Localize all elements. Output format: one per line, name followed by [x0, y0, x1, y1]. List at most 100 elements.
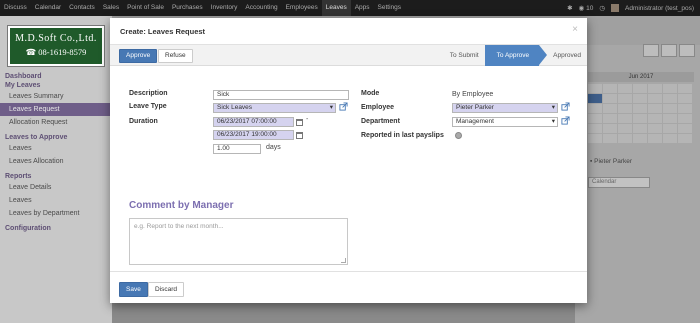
external-link-icon[interactable] — [561, 102, 570, 111]
logo-company-name: M.D.Soft Co.,Ltd. — [15, 33, 97, 44]
calendar-day-cell[interactable] — [663, 104, 677, 113]
bug-icon[interactable]: ✱ — [567, 4, 572, 12]
save-button[interactable]: Save — [119, 282, 148, 297]
calendar-day-cell[interactable] — [588, 114, 602, 123]
approve-button[interactable]: Approve — [119, 49, 158, 63]
calendar-day-cell[interactable] — [633, 94, 647, 103]
calendar-day-cell[interactable] — [648, 134, 662, 143]
sidebar-item-leaves-summary[interactable]: Leaves Summary — [0, 90, 112, 103]
top-menu-item-contacts[interactable]: Contacts — [65, 0, 99, 16]
sidebar-item-leave-details[interactable]: Leave Details — [0, 181, 112, 194]
status-approved[interactable]: Approved — [539, 45, 587, 66]
calendar-day-cell[interactable] — [603, 124, 617, 133]
calendar-day-cell[interactable] — [618, 94, 632, 103]
calendar-day-cell[interactable] — [618, 124, 632, 133]
resize-handle[interactable] — [341, 258, 346, 263]
calendar-icon[interactable] — [296, 119, 303, 126]
calendar-day-cell[interactable] — [678, 114, 692, 123]
clock-icon[interactable]: ◷ — [599, 4, 605, 12]
sidebar-section-reports[interactable]: Reports — [0, 172, 112, 181]
sidebar-section-my-leaves[interactable]: My Leaves — [0, 81, 112, 90]
calendar-day-cell[interactable] — [648, 94, 662, 103]
refuse-button[interactable]: Refuse — [158, 49, 193, 63]
calendar-day-cell[interactable] — [588, 104, 602, 113]
reported-payslips-checkbox[interactable] — [455, 132, 462, 139]
calendar-day-cell[interactable] — [633, 134, 647, 143]
manager-comment-textarea[interactable]: e.g. Report to the next month... — [129, 218, 348, 265]
sidebar-item-leaves[interactable]: Leaves — [0, 194, 112, 207]
calendar-day-cell[interactable] — [678, 94, 692, 103]
calendar-day-cell[interactable] — [603, 94, 617, 103]
top-menu-item-calendar[interactable]: Calendar — [31, 0, 65, 16]
calendar-day-cell[interactable] — [663, 84, 677, 93]
leave-type-select[interactable]: Sick Leaves — [213, 103, 336, 113]
top-menu-item-settings[interactable]: Settings — [374, 0, 406, 16]
calendar-day-cell[interactable] — [633, 104, 647, 113]
calendar-day-cell[interactable] — [678, 134, 692, 143]
calendar-day-cell[interactable] — [663, 94, 677, 103]
top-menu-item-sales[interactable]: Sales — [99, 0, 123, 16]
list-view-icon[interactable] — [661, 44, 677, 57]
calendar-day-cell[interactable] — [618, 104, 632, 113]
sidebar-section-configuration[interactable]: Configuration — [0, 224, 112, 233]
calendar-day-cell[interactable] — [678, 84, 692, 93]
status-to-approve[interactable]: To Approve — [484, 45, 547, 66]
top-menu-item-leaves[interactable]: Leaves — [321, 0, 351, 16]
calendar-day-cell[interactable] — [588, 134, 602, 143]
top-menu-item-accounting[interactable]: Accounting — [241, 0, 281, 16]
calendar-day-cell[interactable] — [603, 114, 617, 123]
external-link-icon[interactable] — [339, 102, 348, 111]
calendar-view-icon[interactable] — [643, 44, 659, 57]
calendar-day-cell[interactable] — [633, 84, 647, 93]
calendar-day-cell[interactable] — [648, 84, 662, 93]
user-menu[interactable]: Administrator (test_pos) — [625, 5, 694, 12]
status-to-submit[interactable]: To Submit — [438, 45, 485, 66]
calendar-day-cell[interactable] — [663, 114, 677, 123]
date-to-field[interactable]: 06/23/2017 19:00:00 — [213, 130, 294, 140]
discard-button[interactable]: Discard — [148, 282, 185, 297]
calendar-day-cell[interactable] — [618, 84, 632, 93]
avatar[interactable] — [611, 4, 619, 12]
calendar-day-cell[interactable] — [588, 94, 602, 103]
external-link-icon[interactable] — [561, 116, 570, 125]
top-menu-item-inventory[interactable]: Inventory — [207, 0, 242, 16]
sidebar-item-leaves[interactable]: Leaves — [0, 142, 112, 155]
top-menu-item-employees[interactable]: Employees — [282, 0, 322, 16]
calendar-day-cell[interactable] — [633, 114, 647, 123]
top-menu-item-purchases[interactable]: Purchases — [168, 0, 207, 16]
calendar-day-cell[interactable] — [633, 124, 647, 133]
calendar-icon[interactable] — [296, 132, 303, 139]
calendar-day-cell[interactable] — [588, 124, 602, 133]
calendar-day-cell[interactable] — [663, 134, 677, 143]
department-select[interactable]: Management — [452, 117, 558, 127]
calendar-day-cell[interactable] — [648, 124, 662, 133]
chat-icon[interactable]: ◉ 10 — [579, 4, 594, 12]
calendar-day-cell[interactable] — [678, 104, 692, 113]
calendar-day-cell[interactable] — [618, 134, 632, 143]
close-icon[interactable]: × — [572, 24, 578, 35]
date-from-field[interactable]: 06/23/2017 07:00:00 — [213, 117, 294, 127]
sidebar-item-leaves-request[interactable]: Leaves Request — [0, 103, 112, 116]
calendar-day-cell[interactable] — [648, 114, 662, 123]
employee-select[interactable]: Pieter Parker — [452, 103, 558, 113]
calendar-day-cell[interactable] — [678, 124, 692, 133]
calendar-day-cell[interactable] — [603, 104, 617, 113]
calendar-select[interactable]: Calendar — [588, 177, 650, 188]
description-field[interactable]: Sick — [213, 90, 349, 100]
duration-days-field[interactable]: 1.00 — [213, 144, 261, 154]
sidebar-item-leaves-allocation[interactable]: Leaves Allocation — [0, 155, 112, 168]
sidebar-section-dashboard[interactable]: Dashboard — [0, 72, 112, 81]
kanban-view-icon[interactable] — [679, 44, 695, 57]
calendar-day-cell[interactable] — [603, 134, 617, 143]
top-menu-item-discuss[interactable]: Discuss — [0, 0, 31, 16]
sidebar-item-allocation-request[interactable]: Allocation Request — [0, 116, 112, 129]
top-menu-item-point-of-sale[interactable]: Point of Sale — [123, 0, 168, 16]
calendar-day-cell[interactable] — [648, 104, 662, 113]
sidebar-section-leaves-to-approve[interactable]: Leaves to Approve — [0, 133, 112, 142]
calendar-day-cell[interactable] — [588, 84, 602, 93]
calendar-day-cell[interactable] — [618, 114, 632, 123]
calendar-day-cell[interactable] — [603, 84, 617, 93]
sidebar-item-leaves-by-department[interactable]: Leaves by Department — [0, 207, 112, 220]
top-menu-item-apps[interactable]: Apps — [351, 0, 374, 16]
calendar-day-cell[interactable] — [663, 124, 677, 133]
